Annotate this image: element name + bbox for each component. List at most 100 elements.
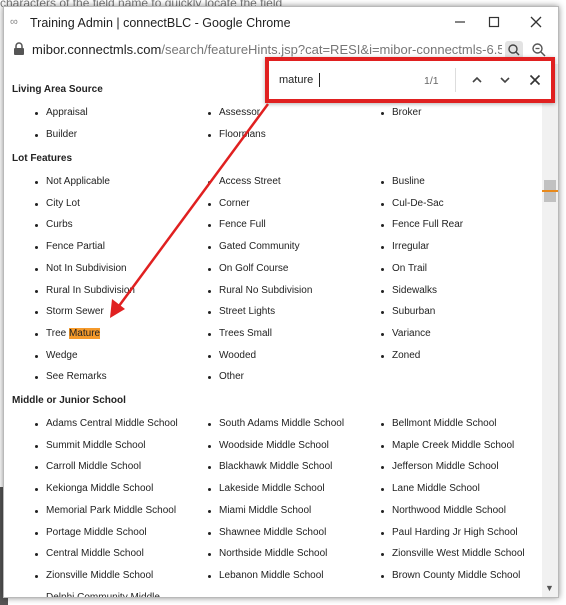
find-close-button[interactable] [523,67,547,93]
bullet [381,532,384,535]
list-item: Tree Mature [46,328,100,339]
list-item: Street Lights [219,306,275,317]
list-item: Zionsville West Middle School [392,548,525,559]
url-host: mibor.connectmls.com [32,42,161,57]
find-previous-button[interactable] [465,67,489,93]
list-item: City Lot [46,198,80,209]
list-item: Access Street [219,176,281,187]
bullet [208,376,211,379]
list-item: Blackhawk Middle School [219,461,332,472]
find-match-marker [542,190,558,192]
list-item: Fence Partial [46,241,105,252]
bullet [381,575,384,578]
zoom-icon[interactable] [531,42,547,58]
bullet [35,553,38,556]
find-input[interactable] [279,71,409,89]
bullet [208,290,211,293]
list-item: Miami Middle School [219,505,311,516]
bullet [35,575,38,578]
section-title: Living Area Source [12,84,103,95]
vertical-scrollbar[interactable]: ▼ [542,64,558,597]
find-match-count: 1/1 [424,75,439,87]
bullet [208,112,211,115]
list-item: South Adams Middle School [219,418,344,429]
list-item: See Remarks [46,371,107,382]
list-item: Jefferson Middle School [392,461,499,472]
list-item: Kekionga Middle School [46,483,153,494]
list-item: Lebanon Middle School [219,570,324,581]
bullet [208,466,211,469]
bullet [208,134,211,137]
bullet [35,333,38,336]
list-item: Floorplans [219,129,266,140]
bullet [381,445,384,448]
find-next-button[interactable] [493,67,517,93]
bullet [208,423,211,426]
maximize-icon [488,16,500,28]
bullet [381,290,384,293]
maximize-button[interactable] [480,11,508,33]
list-item: Wooded [219,350,256,361]
list-item: Broker [392,107,421,118]
link-icon: ∞ [10,16,18,28]
list-item: On Golf Course [219,263,288,274]
bullet [208,311,211,314]
list-item: Lane Middle School [392,483,480,494]
bullet [35,510,38,513]
bullet [381,466,384,469]
bullet [381,246,384,249]
bullet [381,510,384,513]
bullet [208,181,211,184]
url-text[interactable]: mibor.connectmls.com/search/featureHints… [32,42,502,57]
list-item: Other [219,371,244,382]
list-item: Maple Creek Middle School [392,440,514,451]
close-window-button[interactable] [522,11,550,33]
list-item: Memorial Park Middle School [46,505,176,516]
close-icon [530,16,542,28]
bullet [35,445,38,448]
bullet [208,445,211,448]
window-title: Training Admin | connectBLC - Google Chr… [30,16,291,30]
bullet [208,333,211,336]
list-item: Northside Middle School [219,548,327,559]
bullet [35,224,38,227]
minimize-button[interactable] [446,11,474,33]
list-item: Rural No Subdivision [219,285,312,296]
bullet [35,376,38,379]
list-item: Suburban [392,306,435,317]
bullet [35,181,38,184]
bullet [208,575,211,578]
list-item: Brown County Middle School [392,570,520,581]
bullet [208,510,211,513]
list-item: Assessor [219,107,260,118]
bullet [35,466,38,469]
list-item: Northwood Middle School [392,505,506,516]
scroll-down-arrow-icon[interactable]: ▼ [545,583,554,593]
list-item: Gated Community [219,241,300,252]
bullet [35,203,38,206]
bullet [35,488,38,491]
minimize-icon [454,16,466,28]
bullet [381,112,384,115]
bullet [35,268,38,271]
list-item: Storm Sewer [46,306,104,317]
list-item: Delphi Community Middle [46,592,160,597]
bullet [35,290,38,293]
list-item: Appraisal [46,107,88,118]
list-item: Fence Full [219,219,266,230]
bullet [35,311,38,314]
bullet [381,423,384,426]
find-match-highlight: Mature [69,328,100,339]
list-item: Corner [219,198,250,209]
bullet [381,268,384,271]
bullet [208,488,211,491]
bullet [381,224,384,227]
feature-hints-content: Living Area Source Appraisal Assessor Broke… [4,64,542,597]
bullet [208,268,211,271]
chevron-down-icon [499,74,511,86]
bullet [35,112,38,115]
bullet [35,355,38,358]
chevron-up-icon [471,74,483,86]
list-item: Central Middle School [46,548,144,559]
list-item: Cul-De-Sac [392,198,444,209]
